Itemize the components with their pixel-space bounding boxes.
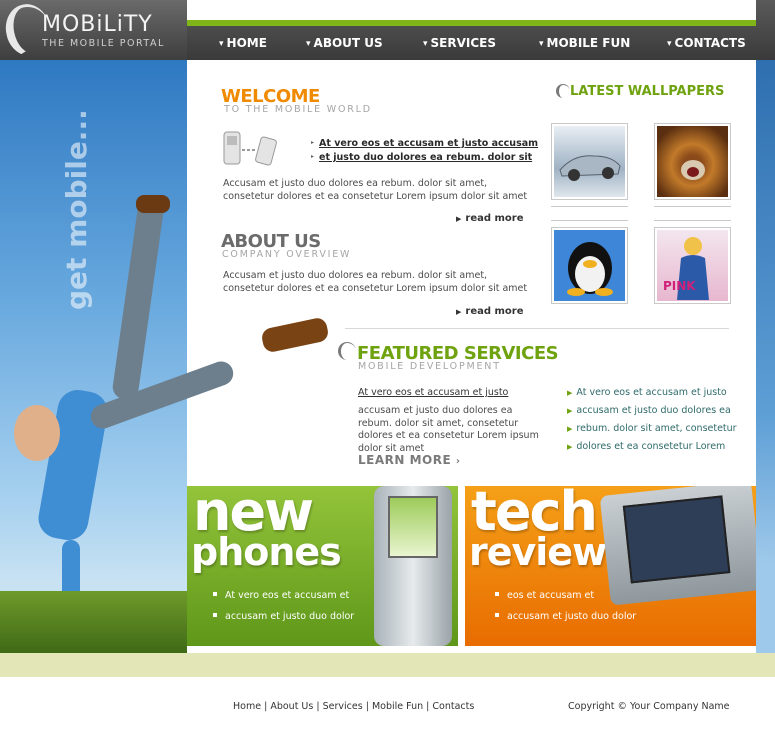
welcome-link-1[interactable]: At vero eos et accusam et justo accusam [319, 138, 538, 149]
penguin-image [554, 230, 625, 301]
services-link[interactable]: At vero eos et accusam et justo [358, 387, 508, 398]
footer-link-home[interactable]: Home [233, 701, 261, 712]
wallpapers-title: LATEST WALLPAPERS [570, 84, 725, 99]
nav-bullet-icon: ▾ [219, 39, 224, 49]
welcome-subtitle: TO THE MOBILE WORLD [224, 104, 372, 115]
service-list-item[interactable]: ▶ accusam et justo duo dolores ea [567, 405, 731, 416]
thumb-divider [654, 220, 731, 221]
logo-subtitle: THE MOBILE PORTAL [42, 38, 165, 49]
learn-more-button[interactable]: LEARN MORE › [358, 453, 460, 467]
woman-image: PINK [657, 230, 728, 301]
bullet-icon [495, 613, 499, 617]
thumb-divider [551, 220, 628, 221]
wallpaper-thumb-car[interactable] [551, 123, 628, 200]
nav-mobile-fun[interactable]: ▾ MOBILE FUN [539, 36, 630, 50]
welcome-read-more[interactable]: ▶ read more [456, 213, 524, 224]
arrow-right-icon: ▶ [567, 425, 573, 433]
nav-bullet-icon: ▾ [539, 39, 544, 49]
nav-contacts[interactable]: ▾ CONTACTS [667, 36, 746, 50]
nav-about-us[interactable]: ▾ ABOUT US [306, 36, 383, 50]
hero-photo-right-strip [756, 60, 775, 653]
promo-new-phones-item: accusam et justo duo dolor [213, 611, 354, 622]
thumb-divider [654, 206, 731, 207]
bullet-icon [213, 613, 217, 617]
chevron-right-icon: › [455, 456, 461, 467]
welcome-body: Accusam et justo duo dolores ea rebum. d… [223, 178, 528, 202]
header-top-strip [187, 0, 756, 20]
lion-image [657, 126, 728, 197]
footer-link-about-us[interactable]: About Us [270, 701, 313, 712]
link-arrow-icon: ▸ [311, 153, 315, 160]
services-body: accusam et justo duo dolores ea rebum. d… [358, 405, 539, 454]
footer-copyright: Copyright © Your Company Name [568, 701, 730, 712]
arrow-right-icon: ▶ [567, 407, 573, 415]
main-content: WELCOME TO THE MOBILE WORLD At vero eos … [187, 60, 756, 480]
footer-link-contacts[interactable]: Contacts [432, 701, 474, 712]
welcome-link-2[interactable]: et justo duo dolores ea rebum. dolor sit [319, 152, 532, 163]
service-list-item[interactable]: ▶ dolores et ea consetetur Lorem [567, 441, 725, 452]
wallpaper-thumb-woman[interactable]: PINK [654, 227, 731, 304]
phones-icon [223, 131, 277, 166]
footer-link-services[interactable]: Services [323, 701, 363, 712]
thumb-divider [551, 206, 628, 207]
promo-tech-review-title: tech [471, 486, 598, 543]
hero-photo: get mobile... [0, 60, 187, 653]
service-list-item[interactable]: ▶ rebum. dolor sit amet, consetetur [567, 423, 737, 434]
logo-title: MOBiLiTY [42, 12, 153, 37]
phone-screen [622, 495, 731, 584]
hero-vertical-text: get mobile... [60, 109, 93, 310]
person-shoe [136, 195, 170, 213]
about-read-more[interactable]: ▶ read more [456, 306, 524, 317]
arc-icon [338, 342, 356, 360]
promo-new-phones-item: At vero eos et accusam et [213, 590, 349, 601]
promo-new-phones-title: new [193, 486, 314, 543]
svg-text:PINK: PINK [663, 279, 696, 293]
promo-tech-review-item: eos et accusam et [495, 590, 594, 601]
arrow-right-icon: ▶ [567, 389, 573, 397]
promo-tech-review-subtitle: review [469, 530, 607, 574]
wallpaper-thumb-lion[interactable] [654, 123, 731, 200]
bullet-icon [213, 592, 217, 596]
main-nav: ▾ HOME ▾ ABOUT US ▾ SERVICES ▾ MOBILE FUN ▾ C… [187, 26, 775, 60]
car-image [554, 126, 625, 197]
person-head [14, 405, 60, 461]
link-arrow-icon: ▸ [311, 139, 315, 146]
arrow-right-icon: ▶ [567, 443, 573, 451]
nav-services[interactable]: ▾ SERVICES [423, 36, 496, 50]
about-body: Accusam et justo duo dolores ea rebum. d… [223, 270, 528, 294]
nav-home[interactable]: ▾ HOME [219, 36, 267, 50]
nav-bullet-icon: ▾ [423, 39, 428, 49]
person-leg [111, 199, 165, 401]
nokia-phone-image [599, 486, 756, 606]
grass [0, 591, 187, 653]
logo[interactable]: MOBiLiTY THE MOBILE PORTAL [0, 0, 187, 61]
about-subtitle: COMPANY OVERVIEW [222, 249, 352, 260]
phone-screen [388, 496, 438, 558]
services-subtitle: MOBILE DEVELOPMENT [358, 361, 501, 372]
footer-band [0, 653, 775, 677]
arrow-right-icon: ▶ [456, 215, 462, 223]
flip-phone-image [374, 486, 452, 646]
wallpaper-thumb-penguin[interactable] [551, 227, 628, 304]
section-divider [345, 328, 729, 329]
footer-links: Home | About Us | Services | Mobile Fun … [233, 701, 474, 712]
footer-link-mobile-fun[interactable]: Mobile Fun [372, 701, 423, 712]
arrow-right-icon: ▶ [456, 308, 462, 316]
promo-tech-review[interactable]: tech review eos et accusam et accusam et… [465, 486, 756, 646]
promo-new-phones[interactable]: new phones At vero eos et accusam et acc… [187, 486, 458, 646]
nav-bullet-icon: ▾ [306, 39, 311, 49]
bullet-icon [495, 592, 499, 596]
arc-icon [556, 84, 570, 98]
service-list-item[interactable]: ▶ At vero eos et accusam et justo [567, 387, 727, 398]
promo-new-phones-subtitle: phones [191, 530, 342, 574]
promo-tech-review-item: accusam et justo duo dolor [495, 611, 636, 622]
nav-bullet-icon: ▾ [667, 39, 672, 49]
